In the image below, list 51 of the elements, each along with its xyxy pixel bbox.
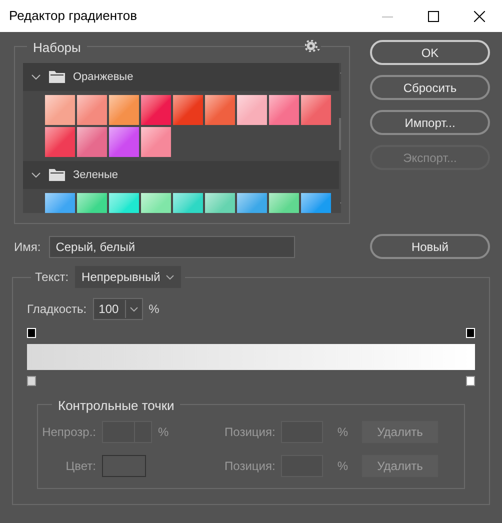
gradient-swatch[interactable]	[109, 95, 139, 125]
field-label: Непрозр.:	[41, 424, 96, 441]
gradient-swatch[interactable]	[301, 95, 331, 125]
field-label: Имя:	[14, 238, 41, 256]
field-label: Текст:	[35, 269, 69, 286]
dialog-button[interactable]: OK	[370, 40, 490, 65]
group-name[interactable]: Оранжевые	[73, 68, 134, 86]
delete-button: Удалить	[362, 455, 438, 477]
close-icon[interactable]	[474, 10, 484, 22]
gradient-swatch[interactable]	[237, 95, 267, 125]
new-button[interactable]: Новый	[370, 234, 490, 259]
gradient-swatch[interactable]	[45, 95, 75, 125]
caret-icon	[130, 306, 138, 312]
chevron-down-icon[interactable]	[31, 74, 41, 80]
unit-label: %	[148, 301, 160, 318]
gradient-swatch[interactable]	[77, 95, 107, 125]
window-title: Редактор градиентов	[9, 7, 138, 26]
field-label: Позиция:	[224, 424, 276, 441]
chevron-down-icon[interactable]	[31, 172, 41, 178]
folder-icon	[49, 71, 65, 83]
gradient-swatch[interactable]	[205, 95, 235, 125]
folder-icon	[49, 169, 65, 181]
dialog-button[interactable]: Сбросить	[370, 75, 490, 100]
delete-button: Удалить	[362, 421, 438, 443]
dialog-button[interactable]: Импорт...	[370, 110, 490, 135]
gradient-swatch[interactable]	[173, 95, 203, 125]
unit-label: %	[158, 424, 169, 441]
gradient-swatch[interactable]	[45, 127, 75, 157]
opacity-stop[interactable]	[466, 328, 475, 338]
name-field[interactable]: Серый, белый	[48, 236, 295, 258]
gradient-swatch[interactable]	[269, 95, 299, 125]
caret-icon	[166, 274, 174, 280]
color-well	[102, 455, 146, 477]
gradient-swatch[interactable]	[77, 127, 107, 157]
gradient-swatch[interactable]	[141, 127, 171, 157]
type-dropdown[interactable]: Непрерывный	[74, 266, 182, 288]
maximize-icon[interactable]	[428, 10, 438, 22]
unit-label: %	[337, 458, 348, 475]
gradient-swatch[interactable]	[141, 95, 171, 125]
field-label: Гладкость:	[27, 301, 87, 318]
field-label: Позиция:	[224, 458, 276, 475]
gradient-swatch[interactable]	[109, 127, 139, 157]
smoothness-field[interactable]: 100	[92, 298, 143, 320]
gear-icon[interactable]	[305, 40, 321, 52]
field-label: Цвет:	[64, 458, 96, 475]
opacity-stop[interactable]	[27, 328, 36, 338]
color-stop[interactable]	[27, 376, 36, 386]
group-name[interactable]: Зеленые	[73, 166, 118, 184]
gradient-bar[interactable]	[27, 344, 475, 370]
color-stop[interactable]	[466, 376, 475, 386]
unit-label: %	[337, 424, 348, 441]
